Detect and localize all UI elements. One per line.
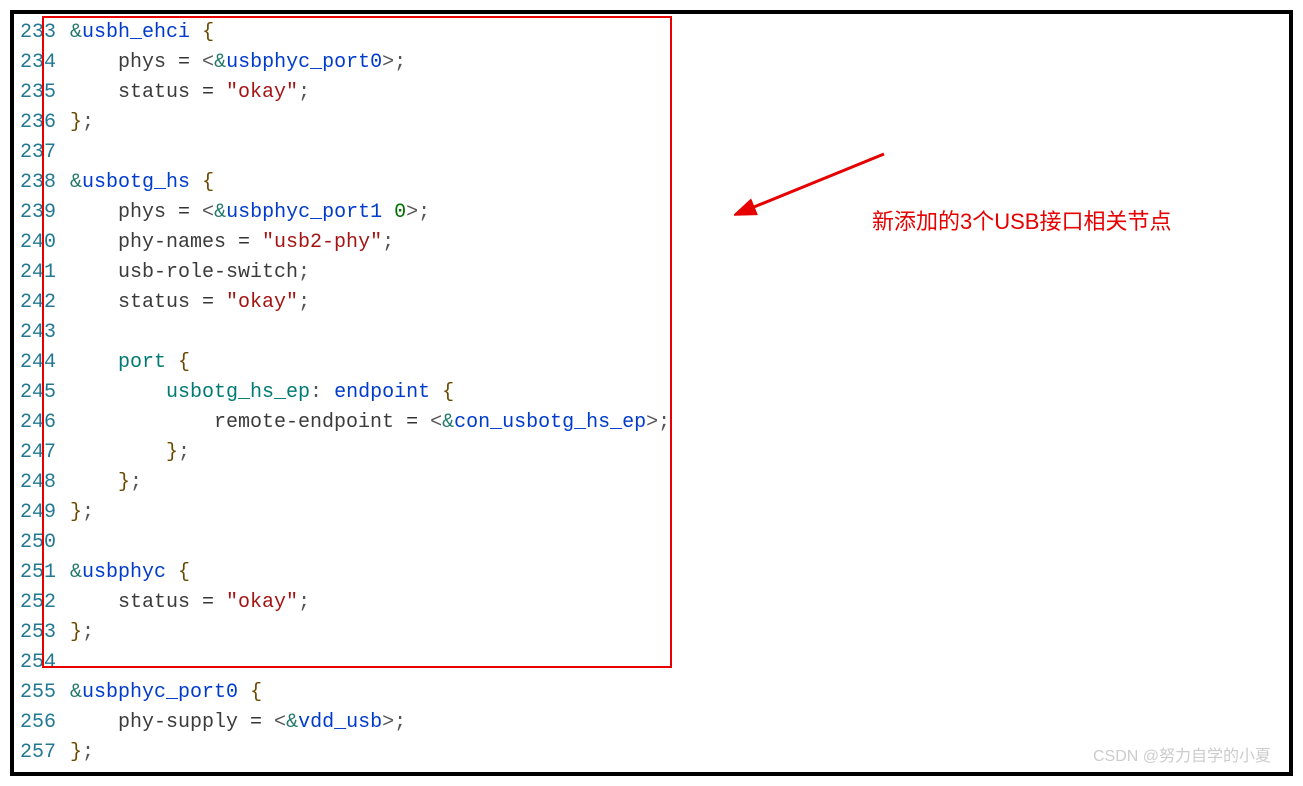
line-number: 254 xyxy=(20,648,70,678)
code-line: 241 usb-role-switch; xyxy=(20,258,1283,288)
code-content: }; xyxy=(70,498,1283,528)
line-number: 246 xyxy=(20,408,70,438)
code-content xyxy=(70,138,1283,168)
line-number: 239 xyxy=(20,198,70,228)
code-content: &usbphyc_port0 { xyxy=(70,678,1283,708)
code-line: 256 phy-supply = <&vdd_usb>; xyxy=(20,708,1283,738)
code-line: 253}; xyxy=(20,618,1283,648)
code-content xyxy=(70,528,1283,558)
line-number: 247 xyxy=(20,438,70,468)
code-content: port { xyxy=(70,348,1283,378)
code-line: 234 phys = <&usbphyc_port0>; xyxy=(20,48,1283,78)
code-line: 235 status = "okay"; xyxy=(20,78,1283,108)
code-line: 255&usbphyc_port0 { xyxy=(20,678,1283,708)
code-content: phy-supply = <&vdd_usb>; xyxy=(70,708,1283,738)
code-content: usb-role-switch; xyxy=(70,258,1283,288)
code-line: 250 xyxy=(20,528,1283,558)
line-number: 255 xyxy=(20,678,70,708)
code-content: }; xyxy=(70,618,1283,648)
code-content: }; xyxy=(70,438,1283,468)
code-content: phys = <&usbphyc_port0>; xyxy=(70,48,1283,78)
line-number: 248 xyxy=(20,468,70,498)
line-number: 241 xyxy=(20,258,70,288)
line-number: 237 xyxy=(20,138,70,168)
line-number: 243 xyxy=(20,318,70,348)
line-number: 256 xyxy=(20,708,70,738)
code-line: 236}; xyxy=(20,108,1283,138)
code-block: 233&usbh_ehci {234 phys = <&usbphyc_port… xyxy=(20,18,1283,768)
code-content xyxy=(70,648,1283,678)
line-number: 249 xyxy=(20,498,70,528)
annotation-label: 新添加的3个USB接口相关节点 xyxy=(872,204,1171,236)
code-line: 254 xyxy=(20,648,1283,678)
code-line: 246 remote-endpoint = <&con_usbotg_hs_ep… xyxy=(20,408,1283,438)
code-content: }; xyxy=(70,108,1283,138)
code-line: 237 xyxy=(20,138,1283,168)
line-number: 238 xyxy=(20,168,70,198)
line-number: 236 xyxy=(20,108,70,138)
code-line: 251&usbphyc { xyxy=(20,558,1283,588)
code-line: 242 status = "okay"; xyxy=(20,288,1283,318)
line-number: 234 xyxy=(20,48,70,78)
line-number: 250 xyxy=(20,528,70,558)
code-line: 238&usbotg_hs { xyxy=(20,168,1283,198)
line-number: 233 xyxy=(20,18,70,48)
line-number: 235 xyxy=(20,78,70,108)
code-content: status = "okay"; xyxy=(70,588,1283,618)
line-number: 245 xyxy=(20,378,70,408)
code-content: status = "okay"; xyxy=(70,288,1283,318)
code-line: 233&usbh_ehci { xyxy=(20,18,1283,48)
code-line: 248 }; xyxy=(20,468,1283,498)
code-line: 245 usbotg_hs_ep: endpoint { xyxy=(20,378,1283,408)
watermark-text: CSDN @努力自学的小夏 xyxy=(1093,742,1271,766)
line-number: 253 xyxy=(20,618,70,648)
code-content: &usbh_ehci { xyxy=(70,18,1283,48)
code-line: 243 xyxy=(20,318,1283,348)
code-content: &usbphyc { xyxy=(70,558,1283,588)
line-number: 257 xyxy=(20,738,70,768)
line-number: 242 xyxy=(20,288,70,318)
code-content: usbotg_hs_ep: endpoint { xyxy=(70,378,1283,408)
line-number: 240 xyxy=(20,228,70,258)
code-content xyxy=(70,318,1283,348)
code-line: 244 port { xyxy=(20,348,1283,378)
code-line: 249}; xyxy=(20,498,1283,528)
line-number: 252 xyxy=(20,588,70,618)
code-content: &usbotg_hs { xyxy=(70,168,1283,198)
line-number: 251 xyxy=(20,558,70,588)
code-line: 252 status = "okay"; xyxy=(20,588,1283,618)
code-content: }; xyxy=(70,468,1283,498)
line-number: 244 xyxy=(20,348,70,378)
code-content: status = "okay"; xyxy=(70,78,1283,108)
code-line: 247 }; xyxy=(20,438,1283,468)
code-screenshot-frame: 新添加的3个USB接口相关节点 233&usbh_ehci {234 phys … xyxy=(10,10,1293,776)
code-content: remote-endpoint = <&con_usbotg_hs_ep>; xyxy=(70,408,1283,438)
